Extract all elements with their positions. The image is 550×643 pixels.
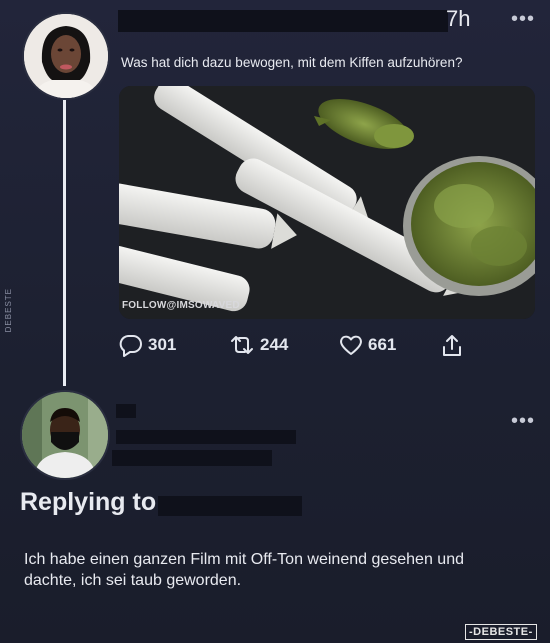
retweet-count: 244 bbox=[260, 335, 289, 354]
reply-count: 301 bbox=[148, 335, 177, 354]
reply-more-button[interactable]: ••• bbox=[511, 410, 535, 433]
tweet-text: Was hat dich dazu bewogen, mit dem Kiffe… bbox=[121, 55, 463, 70]
author-avatar-image bbox=[24, 14, 108, 98]
replying-to-label: Replying to bbox=[20, 488, 156, 517]
retweet-button[interactable]: 244 bbox=[228, 333, 288, 357]
share-button[interactable] bbox=[440, 333, 464, 359]
heart-icon bbox=[338, 333, 364, 357]
redacted-handle-line bbox=[112, 450, 272, 466]
tweet-timestamp: 7h bbox=[446, 6, 471, 31]
reply-icon bbox=[118, 333, 144, 357]
replying-to-text: Replying to bbox=[20, 488, 157, 516]
thread-connector-line bbox=[63, 100, 66, 386]
like-count: 661 bbox=[368, 335, 397, 354]
author-avatar[interactable] bbox=[22, 12, 110, 100]
retweet-icon bbox=[228, 333, 256, 357]
redacted-handle bbox=[116, 430, 296, 444]
redacted-username bbox=[118, 10, 448, 32]
photo-credit-watermark: FOLLOW@IMSOWAVED bbox=[122, 300, 240, 311]
tweet-photo-image bbox=[119, 86, 535, 319]
side-watermark: DEBESTE bbox=[4, 288, 13, 333]
replier-avatar[interactable] bbox=[20, 390, 110, 480]
footer-watermark: -DEBESTE- bbox=[465, 624, 537, 640]
replier-avatar-image bbox=[22, 392, 108, 478]
redacted-reply-target bbox=[158, 496, 302, 516]
like-button[interactable]: 661 bbox=[338, 333, 396, 357]
reply-text: Ich habe einen ganzen Film mit Off-Ton w… bbox=[24, 551, 464, 589]
tweet-action-bar: 301 244 661 bbox=[118, 333, 478, 363]
reply-button[interactable]: 301 bbox=[118, 333, 176, 357]
share-icon bbox=[440, 333, 464, 359]
redacted-display-name bbox=[116, 404, 136, 418]
tweet-more-button[interactable]: ••• bbox=[511, 8, 535, 31]
tweet-photo[interactable] bbox=[119, 86, 535, 319]
